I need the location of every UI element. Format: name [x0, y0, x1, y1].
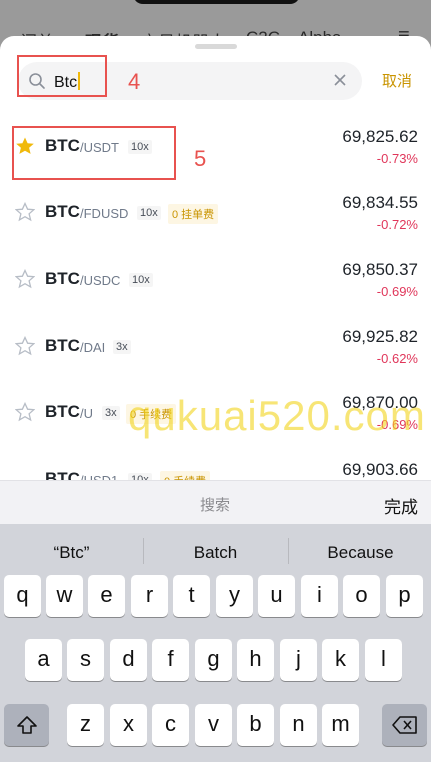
pair-base: BTC	[45, 402, 80, 421]
key-n[interactable]: n	[280, 704, 317, 746]
fee-tag: 0 挂单费	[168, 204, 219, 224]
star-outline-icon[interactable]	[15, 336, 35, 356]
key-q[interactable]: q	[4, 575, 41, 617]
key-m[interactable]: m	[322, 704, 359, 746]
pair-row-btc-usdc[interactable]: BTC /USDC 10x 69,850.37 -0.69%	[0, 249, 431, 315]
pair-change: -0.72%	[376, 217, 418, 232]
accessory-search-label: 搜索	[200, 497, 231, 514]
shift-key[interactable]	[4, 704, 49, 746]
pair-change: -0.73%	[376, 151, 418, 166]
annotation-number-search: 4	[128, 69, 141, 94]
watermark: qukuai520.com	[128, 392, 426, 439]
suggestion-3[interactable]: Because	[289, 543, 431, 563]
done-button[interactable]: 完成	[384, 493, 418, 518]
pair-price: 69,834.55	[342, 193, 418, 212]
key-o[interactable]: o	[343, 575, 380, 617]
star-outline-icon[interactable]	[15, 202, 35, 222]
dynamic-island	[133, 0, 300, 4]
leverage-badge: 10x	[137, 206, 161, 220]
pair-quote: /FDUSD	[80, 206, 129, 221]
pair-quote: /U	[80, 406, 93, 421]
key-l[interactable]: l	[365, 639, 402, 681]
shift-arrow-icon	[16, 716, 37, 734]
backspace-icon	[391, 716, 417, 734]
backspace-key[interactable]	[382, 704, 427, 746]
key-k[interactable]: k	[322, 639, 359, 681]
pair-base: BTC	[45, 336, 80, 355]
pair-price: 69,903.66	[342, 460, 418, 479]
key-y[interactable]: y	[216, 575, 253, 617]
sheet-grabber[interactable]	[195, 44, 237, 49]
key-c[interactable]: c	[152, 704, 189, 746]
keyboard-accessory-bar: 搜索 完成	[0, 480, 431, 524]
leverage-badge: 3x	[102, 406, 120, 420]
key-f[interactable]: f	[152, 639, 189, 681]
pair-quote: /DAI	[80, 340, 106, 355]
key-e[interactable]: e	[88, 575, 125, 617]
annotation-box-search	[17, 55, 107, 97]
pair-price: 69,850.37	[342, 260, 418, 279]
key-b[interactable]: b	[237, 704, 274, 746]
key-h[interactable]: h	[237, 639, 274, 681]
pair-quote: /USDC	[80, 273, 121, 288]
key-t[interactable]: t	[173, 575, 210, 617]
clear-icon[interactable]	[332, 72, 348, 88]
star-outline-icon[interactable]	[15, 402, 35, 422]
key-i[interactable]: i	[301, 575, 338, 617]
key-j[interactable]: j	[280, 639, 317, 681]
suggestion-1[interactable]: “Btc”	[0, 543, 143, 563]
pair-price: 69,825.62	[342, 127, 418, 146]
key-g[interactable]: g	[195, 639, 232, 681]
suggestion-bar: “Btc” Batch Because	[0, 524, 431, 570]
annotation-number-row: 5	[194, 146, 207, 171]
leverage-badge: 3x	[113, 340, 131, 354]
leverage-badge: 10x	[129, 273, 153, 287]
pair-change: -0.62%	[376, 351, 418, 366]
pair-base: BTC	[45, 269, 80, 288]
key-v[interactable]: v	[195, 704, 232, 746]
key-r[interactable]: r	[131, 575, 168, 617]
pair-price: 69,925.82	[342, 327, 418, 346]
cancel-button[interactable]: 取消	[382, 70, 412, 91]
keyboard: “Btc” Batch Because q w e r t y u i o p …	[0, 524, 431, 762]
key-w[interactable]: w	[46, 575, 83, 617]
pair-change: -0.69%	[376, 284, 418, 299]
pair-base: BTC	[45, 202, 80, 221]
pair-row-btc-dai[interactable]: BTC /DAI 3x 69,925.82 -0.62%	[0, 316, 431, 382]
key-u[interactable]: u	[258, 575, 295, 617]
key-d[interactable]: d	[110, 639, 147, 681]
pair-row-btc-fdusd[interactable]: BTC /FDUSD 10x 0 挂单费 69,834.55 -0.72%	[0, 182, 431, 248]
star-outline-icon[interactable]	[15, 269, 35, 289]
suggestion-2[interactable]: Batch	[144, 543, 287, 563]
annotation-box-row	[12, 126, 176, 180]
key-a[interactable]: a	[25, 639, 62, 681]
key-p[interactable]: p	[386, 575, 423, 617]
key-s[interactable]: s	[67, 639, 104, 681]
key-z[interactable]: z	[67, 704, 104, 746]
key-x[interactable]: x	[110, 704, 147, 746]
